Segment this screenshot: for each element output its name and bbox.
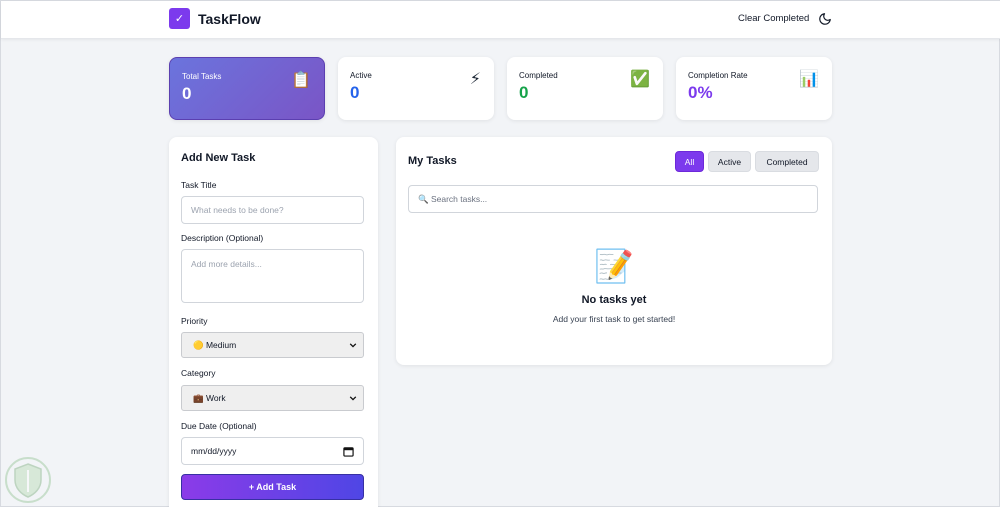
add-task-button[interactable]: + Add Task (181, 474, 364, 500)
search-input[interactable]: 🔍 Search tasks... (408, 185, 818, 213)
logo-check-icon: ✓ (169, 8, 190, 29)
category-label: Category (181, 368, 216, 378)
bar-chart-icon: 📊 (799, 71, 819, 88)
form-title: Add New Task (181, 152, 256, 164)
top-navbar: ✓ TaskFlow Clear Completed (1, 1, 1000, 39)
priority-label: Priority (181, 316, 208, 326)
empty-state-title: No tasks yet (581, 294, 647, 306)
chevron-down-icon (349, 343, 357, 348)
category-select[interactable]: 💼 Work (181, 385, 364, 411)
stat-value: 0 (350, 83, 360, 102)
memo-icon: 📝 (594, 248, 634, 284)
empty-state-text: Add your first task to get started! (552, 314, 676, 324)
add-task-panel: Add New Task Task Title What needs to be… (169, 137, 378, 507)
due-date-label: Due Date (Optional) (181, 421, 257, 431)
stat-value: 0 (182, 84, 192, 103)
check-mark-icon: ✅ (630, 71, 650, 88)
stat-card-total: Total Tasks 0 📋 (169, 57, 325, 120)
stat-label: Completed (519, 71, 558, 80)
priority-value: 🟡 Medium (193, 339, 237, 350)
calendar-icon[interactable] (343, 446, 354, 457)
tasks-title: My Tasks (408, 155, 457, 167)
stat-card-completed: Completed 0 ✅ (507, 57, 663, 120)
description-label: Description (Optional) (181, 233, 264, 243)
filter-all-button[interactable]: All (675, 151, 704, 172)
category-value: 💼 Work (193, 392, 226, 403)
filter-completed-button[interactable]: Completed (755, 151, 819, 172)
stat-label: Completion Rate (688, 71, 748, 80)
moon-icon[interactable] (818, 12, 832, 26)
priority-select[interactable]: 🟡 Medium (181, 332, 364, 358)
tasks-panel: My Tasks All Active Completed 🔍 Search t… (396, 137, 832, 365)
task-title-input[interactable]: What needs to be done? (181, 196, 364, 224)
chevron-down-icon (349, 396, 357, 401)
due-date-value: mm/dd/yyyy (191, 446, 237, 456)
clear-completed-button[interactable]: Clear Completed (738, 13, 809, 24)
stat-card-completion-rate: Completion Rate 0% 📊 (676, 57, 832, 120)
stat-value: 0% (688, 83, 713, 102)
filter-active-button[interactable]: Active (708, 151, 751, 172)
shield-watermark-icon (5, 457, 51, 503)
lightning-icon: ⚡ (469, 71, 481, 88)
due-date-input[interactable]: mm/dd/yyyy (181, 437, 364, 465)
description-textarea[interactable]: Add more details... (181, 249, 364, 303)
app-title: TaskFlow (198, 11, 261, 27)
stat-label: Active (350, 71, 372, 80)
stat-value: 0 (519, 83, 529, 102)
stat-label: Total Tasks (182, 72, 222, 81)
task-title-label: Task Title (181, 180, 217, 190)
clipboard-icon: 📋 (291, 72, 311, 89)
stat-card-active: Active 0 ⚡ (338, 57, 494, 120)
